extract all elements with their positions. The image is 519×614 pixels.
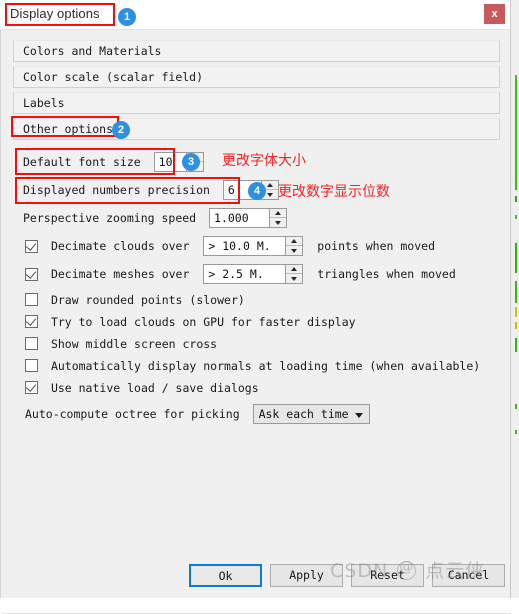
auto-octree-dropdown[interactable]: Ask each time xyxy=(252,404,370,424)
auto-display-normals-label: Automatically display normals at loading… xyxy=(50,358,481,373)
apply-button[interactable]: Apply xyxy=(270,564,343,587)
decimate-clouds-value: > 10.0 M. xyxy=(208,239,271,253)
row-perspective-zooming-speed: Perspective zooming speed 1.000 xyxy=(23,208,288,228)
auto-display-normals-checkbox[interactable] xyxy=(25,359,38,372)
dialog-title: Display options xyxy=(10,6,100,21)
annotation-badge-1: 1 xyxy=(118,8,136,26)
row-decimate-meshes: Decimate meshes over > 2.5 M. triangles … xyxy=(25,264,456,284)
cancel-button[interactable]: Cancel xyxy=(432,564,505,587)
load-clouds-gpu-label: Try to load clouds on GPU for faster dis… xyxy=(50,314,356,329)
row-default-font-size: Default font size 10 xyxy=(23,152,204,172)
decimate-meshes-value: > 2.5 M. xyxy=(208,267,264,281)
annotation-note-font-size: 更改字体大小 xyxy=(222,153,306,169)
decimate-meshes-suffix: triangles when moved xyxy=(317,267,456,281)
draw-rounded-points-checkbox[interactable] xyxy=(25,293,38,306)
displayed-numbers-precision-label: Displayed numbers precision xyxy=(23,183,210,197)
row-load-clouds-gpu[interactable]: Try to load clouds on GPU for faster dis… xyxy=(25,314,356,329)
clouds-spinner-arrows[interactable] xyxy=(285,237,303,255)
perspective-zooming-speed-spinner[interactable]: 1.000 xyxy=(209,208,288,228)
auto-octree-value: Ask each time xyxy=(258,407,349,421)
decimate-clouds-checkbox[interactable] xyxy=(25,239,38,253)
spinner-up-icon[interactable] xyxy=(270,209,287,218)
section-other-options[interactable]: Other options xyxy=(13,118,500,140)
close-icon[interactable]: x xyxy=(484,4,505,24)
decimate-meshes-spinner[interactable]: > 2.5 M. xyxy=(203,264,304,284)
spinner-up-icon[interactable] xyxy=(286,237,303,246)
meshes-spinner-arrows[interactable] xyxy=(285,265,303,283)
perspective-zooming-speed-value: 1.000 xyxy=(214,211,249,225)
annotation-note-precision: 更改数字显示位数 xyxy=(278,184,390,200)
section-color-scale[interactable]: Color scale (scalar field) xyxy=(13,66,500,88)
annotation-badge-2: 2 xyxy=(112,121,130,139)
auto-octree-label: Auto-compute octree for picking xyxy=(25,407,240,421)
annotation-badge-4: 4 xyxy=(248,182,266,200)
spinner-down-icon[interactable] xyxy=(286,274,302,283)
native-dialogs-checkbox[interactable] xyxy=(25,381,38,394)
row-draw-rounded-points[interactable]: Draw rounded points (slower) xyxy=(25,292,245,307)
row-auto-octree: Auto-compute octree for picking Ask each… xyxy=(25,404,370,424)
row-decimate-clouds: Decimate clouds over > 10.0 M. points wh… xyxy=(25,236,435,256)
section-colors-and-materials[interactable]: Colors and Materials xyxy=(13,40,500,62)
show-middle-cross-checkbox[interactable] xyxy=(25,337,38,350)
zoom-spinner-arrows[interactable] xyxy=(269,209,287,227)
decimate-meshes-checkbox[interactable] xyxy=(25,267,38,281)
draw-rounded-points-label: Draw rounded points (slower) xyxy=(50,292,245,307)
spinner-down-icon[interactable] xyxy=(270,218,286,227)
perspective-zooming-speed-label: Perspective zooming speed xyxy=(23,211,197,225)
decimate-meshes-label: Decimate meshes over xyxy=(50,267,190,281)
default-font-size-value: 10 xyxy=(158,155,173,169)
show-middle-cross-label: Show middle screen cross xyxy=(50,336,218,351)
display-options-dialog: Display options x Colors and Materials C… xyxy=(0,0,511,614)
annotation-badge-3: 3 xyxy=(182,153,200,171)
decimate-clouds-label: Decimate clouds over xyxy=(50,239,190,253)
spinner-up-icon[interactable] xyxy=(286,265,303,274)
section-labels[interactable]: Labels xyxy=(13,92,500,114)
reset-button[interactable]: Reset xyxy=(351,564,424,587)
decimate-clouds-spinner[interactable]: > 10.0 M. xyxy=(203,236,304,256)
spinner-down-icon[interactable] xyxy=(286,246,302,255)
row-show-middle-cross[interactable]: Show middle screen cross xyxy=(25,336,217,351)
dialog-content: Colors and Materials Color scale (scalar… xyxy=(0,30,511,614)
load-clouds-gpu-checkbox[interactable] xyxy=(25,315,38,328)
row-native-dialogs[interactable]: Use native load / save dialogs xyxy=(25,380,259,395)
native-dialogs-label: Use native load / save dialogs xyxy=(50,380,259,395)
displayed-numbers-precision-value: 6 xyxy=(227,183,235,197)
dialog-titlebar: Display options x xyxy=(0,0,510,30)
row-displayed-numbers-precision: Displayed numbers precision 6 xyxy=(23,180,279,200)
default-font-size-label: Default font size xyxy=(23,155,141,169)
background-app-strip xyxy=(511,0,519,598)
decimate-clouds-suffix: points when moved xyxy=(317,239,435,253)
chevron-down-icon xyxy=(354,413,363,418)
row-auto-display-normals[interactable]: Automatically display normals at loading… xyxy=(25,358,480,373)
ok-button[interactable]: Ok xyxy=(189,564,262,587)
